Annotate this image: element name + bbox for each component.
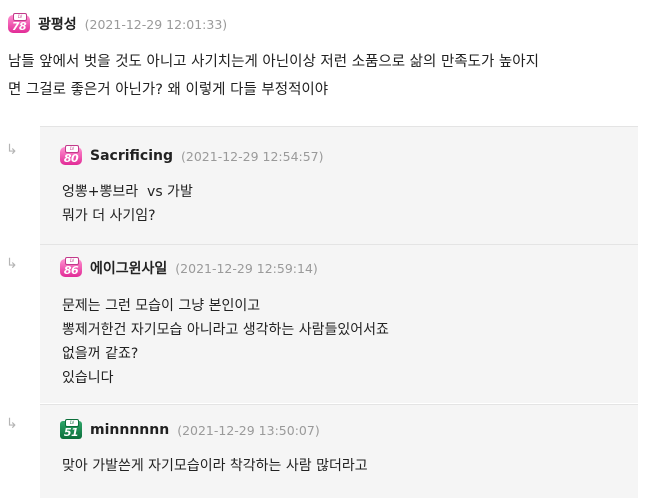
reply-header: LV 51 minnnnnn (2021-12-29 13:50:07)	[60, 418, 320, 442]
reply-line: 뽕제거한건 자기모습 아니라고 생각하는 사람들있어서죠	[62, 322, 389, 338]
level-number: 51	[63, 426, 79, 439]
reply-line: 엉뽕+뽕브라 vs 가발	[62, 184, 193, 200]
reply-line: 문제는 그런 모습이 그냥 본인이고	[62, 298, 261, 314]
reply-arrow-icon: ↳	[6, 142, 18, 158]
reply-line: 맞아 가발쓴게 자기모습이라 착각하는 사람 많더라고	[62, 458, 368, 474]
reply-timestamp: (2021-12-29 12:59:14)	[175, 260, 318, 276]
level-badge-icon: LV 86	[60, 257, 82, 279]
reply-line: 뭐가 더 사기임?	[62, 208, 156, 224]
level-badge-icon: LV 51	[60, 419, 82, 441]
reply-author-name[interactable]: 에이그윈사일	[90, 258, 167, 278]
reply-author-name[interactable]: minnnnnn	[90, 422, 169, 438]
reply-box: LV 51 minnnnnn (2021-12-29 13:50:07) 맞아 …	[40, 404, 638, 498]
reply-arrow-icon: ↳	[6, 416, 18, 432]
reply-line: 있습니다	[62, 370, 114, 386]
comment-body: 남들 앞에서 벗을 것도 아니고 사기치는게 아닌이상 저런 소품으로 삶의 만…	[8, 48, 638, 104]
comment-thread: LV 78 광평성 (2021-12-29 12:01:33) 남들 앞에서 벗…	[0, 0, 647, 498]
reply-author-name[interactable]: Sacrificing	[90, 148, 173, 164]
reply-line: 없을꺼 같죠?	[62, 346, 139, 362]
reply-header: LV 86 에이그윈사일 (2021-12-29 12:59:14)	[60, 256, 318, 280]
level-number: 78	[11, 20, 27, 33]
reply-timestamp: (2021-12-29 13:50:07)	[177, 422, 320, 438]
reply-header: LV 80 Sacrificing (2021-12-29 12:54:57)	[60, 144, 324, 168]
comment-header: LV 78 광평성 (2021-12-29 12:01:33)	[8, 12, 227, 36]
reply-body: 문제는 그런 모습이 그냥 본인이고 뽕제거한건 자기모습 아니라고 생각하는 …	[62, 294, 389, 390]
reply-body: 맞아 가발쓴게 자기모습이라 착각하는 사람 많더라고	[62, 454, 368, 478]
comment-line: 면 그걸로 좋은거 아닌가? 왜 이렇게 다들 부정적이야	[8, 82, 329, 98]
author-name[interactable]: 광평성	[38, 14, 77, 34]
comment-line: 남들 앞에서 벗을 것도 아니고 사기치는게 아닌이상 저런 소품으로 삶의 만…	[8, 54, 539, 70]
level-number: 86	[63, 264, 79, 277]
reply-box: LV 86 에이그윈사일 (2021-12-29 12:59:14) 문제는 그…	[40, 244, 638, 403]
reply-box: LV 80 Sacrificing (2021-12-29 12:54:57) …	[40, 126, 638, 245]
reply-body: 엉뽕+뽕브라 vs 가발 뭐가 더 사기임?	[62, 180, 193, 228]
main-comment: LV 78 광평성 (2021-12-29 12:01:33) 남들 앞에서 벗…	[0, 0, 647, 114]
reply-timestamp: (2021-12-29 12:54:57)	[181, 148, 324, 164]
level-number: 80	[63, 152, 79, 165]
level-badge-icon: LV 80	[60, 145, 82, 167]
comment-timestamp: (2021-12-29 12:01:33)	[84, 16, 228, 32]
level-badge-icon: LV 78	[8, 13, 30, 35]
reply-arrow-icon: ↳	[6, 256, 18, 272]
